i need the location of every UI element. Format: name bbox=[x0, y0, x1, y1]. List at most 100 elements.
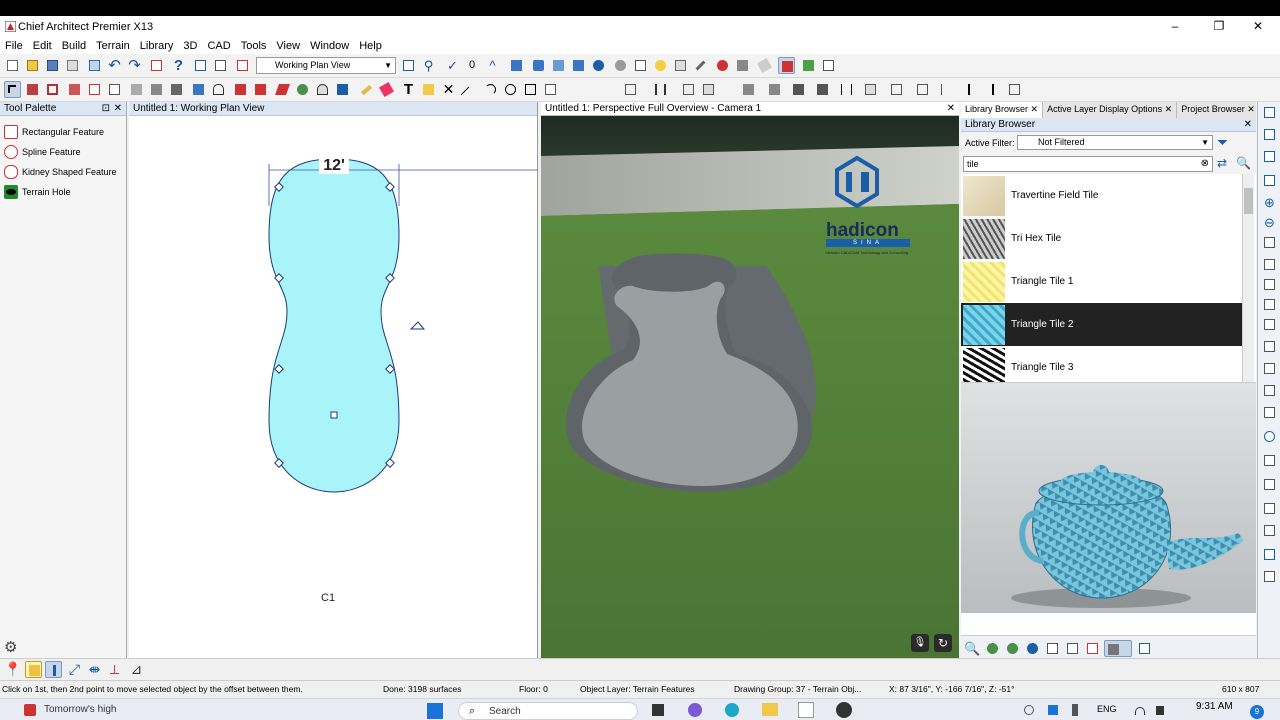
check-icon[interactable]: ✓ bbox=[444, 57, 461, 74]
garage-icon[interactable] bbox=[190, 81, 207, 98]
terrain-hole-shape[interactable] bbox=[268, 158, 400, 493]
slope-icon[interactable] bbox=[1261, 522, 1278, 539]
expand-icon[interactable] bbox=[1261, 296, 1278, 313]
hand-icon[interactable] bbox=[1261, 316, 1278, 333]
close-icon[interactable]: ✕ bbox=[114, 102, 122, 116]
list-item[interactable]: Travertine Field Tile bbox=[961, 174, 1242, 217]
stairs-icon[interactable] bbox=[128, 81, 145, 98]
new-plan-icon[interactable] bbox=[4, 57, 21, 74]
library-catalog-icon[interactable] bbox=[1024, 640, 1041, 657]
library-view-dropdown[interactable] bbox=[1104, 640, 1132, 657]
view-select[interactable]: Working Plan View ▼ bbox=[256, 57, 396, 74]
palette-item-spline-feature[interactable]: Spline Feature bbox=[0, 142, 126, 162]
wrench-icon[interactable]: ⚲ bbox=[420, 57, 437, 74]
gallery-icon[interactable] bbox=[570, 57, 587, 74]
list-item[interactable]: Triangle Tile 3 bbox=[961, 346, 1242, 382]
wall-icon[interactable] bbox=[24, 81, 41, 98]
scrollbar-thumb[interactable] bbox=[1244, 188, 1253, 214]
dimension-icon[interactable] bbox=[358, 81, 375, 98]
perspective-canvas[interactable] bbox=[541, 116, 959, 658]
close-button[interactable]: ✕ bbox=[1238, 16, 1278, 37]
tray-microphone-icon[interactable] bbox=[1072, 704, 1078, 716]
menu-edit[interactable]: Edit bbox=[28, 40, 57, 52]
point-icon[interactable] bbox=[960, 81, 977, 98]
open-object-icon[interactable] bbox=[25, 661, 42, 678]
home-icon[interactable] bbox=[508, 57, 525, 74]
checkbox-icon[interactable] bbox=[400, 57, 417, 74]
reflect-icon[interactable]: ⟂ bbox=[106, 661, 123, 678]
search-icon[interactable]: 🔍 bbox=[1236, 156, 1252, 172]
list-scrollbar[interactable] bbox=[1242, 174, 1254, 382]
select-icon[interactable] bbox=[622, 81, 639, 98]
chevron-up-icon[interactable]: ^ bbox=[484, 57, 501, 74]
cabinet-icon[interactable] bbox=[66, 81, 83, 98]
hatch-icon[interactable] bbox=[888, 81, 905, 98]
menu-3d[interactable]: 3D bbox=[178, 40, 202, 52]
app-icon-chief[interactable] bbox=[798, 702, 814, 718]
tab-project-browser[interactable]: Project Browser ✕ bbox=[1177, 102, 1260, 118]
pan-icon[interactable] bbox=[1261, 234, 1278, 251]
help-icon[interactable]: ? bbox=[170, 57, 187, 74]
fill-window-icon[interactable] bbox=[1261, 172, 1278, 189]
select-objects-icon[interactable] bbox=[4, 81, 21, 98]
layer-icon[interactable] bbox=[542, 81, 559, 98]
palette-item-rectangular-feature[interactable]: Rectangular Feature bbox=[0, 122, 126, 142]
menu-library[interactable]: Library bbox=[135, 40, 179, 52]
plan-canvas[interactable] bbox=[129, 116, 538, 658]
pad-icon[interactable] bbox=[838, 81, 855, 98]
line-icon[interactable] bbox=[460, 81, 477, 103]
fit-height-icon[interactable] bbox=[1261, 276, 1278, 293]
search-options-icon[interactable]: ⇄ bbox=[1217, 156, 1233, 172]
menu-build[interactable]: Build bbox=[57, 40, 91, 52]
box-3d-icon[interactable] bbox=[334, 81, 351, 98]
transform-icon[interactable]: ⊿ bbox=[128, 661, 145, 678]
trace-icon[interactable] bbox=[1261, 404, 1278, 421]
undo-icon[interactable]: ↶ bbox=[106, 57, 123, 74]
house-outline-icon[interactable] bbox=[632, 57, 649, 74]
pin-icon[interactable] bbox=[984, 81, 1001, 98]
menu-tools[interactable]: Tools bbox=[236, 40, 272, 52]
edit-icon[interactable] bbox=[192, 57, 209, 74]
contour-icon[interactable] bbox=[1261, 476, 1278, 493]
tray-language[interactable]: ENG bbox=[1097, 704, 1117, 714]
elevation-icon[interactable] bbox=[1261, 500, 1278, 517]
arch-icon[interactable] bbox=[210, 81, 227, 98]
grid-display-icon[interactable] bbox=[1261, 568, 1278, 585]
material-painter-icon[interactable] bbox=[714, 57, 731, 74]
fit-width-icon[interactable] bbox=[1261, 256, 1278, 273]
library-list-icon[interactable] bbox=[1044, 640, 1061, 657]
weather-text[interactable]: Tomorrow's high bbox=[44, 704, 117, 715]
zoom-out-icon[interactable]: ⊖ bbox=[1261, 214, 1278, 231]
door-icon[interactable] bbox=[86, 81, 103, 98]
eyedropper-icon[interactable] bbox=[692, 57, 709, 74]
layout-icon[interactable] bbox=[212, 57, 229, 74]
camera-label[interactable]: C1 bbox=[321, 592, 335, 604]
extend-icon[interactable] bbox=[1006, 81, 1023, 98]
close-icon[interactable]: ✕ bbox=[947, 102, 955, 116]
list-item-selected[interactable]: Triangle Tile 2 bbox=[961, 303, 1242, 346]
gear-icon[interactable]: ⚙ bbox=[4, 638, 17, 656]
palette-item-kidney-feature[interactable]: Kidney Shaped Feature bbox=[0, 162, 126, 182]
floor-icon[interactable] bbox=[148, 81, 165, 98]
close-icon[interactable]: ✕ bbox=[1244, 118, 1252, 132]
object-icon[interactable] bbox=[740, 81, 757, 98]
layer-set-icon[interactable] bbox=[1261, 338, 1278, 355]
walls-display-icon[interactable] bbox=[1261, 360, 1278, 377]
camera-icon[interactable] bbox=[530, 57, 547, 74]
library-search-icon[interactable]: 🔍 bbox=[964, 640, 981, 657]
app-icon-explorer[interactable] bbox=[762, 703, 778, 716]
magnify-icon[interactable] bbox=[1261, 428, 1278, 445]
menu-file[interactable]: File bbox=[0, 40, 28, 52]
minimize-button[interactable]: – bbox=[1155, 16, 1195, 37]
align-icon[interactable] bbox=[652, 81, 669, 98]
app-icon-teams[interactable] bbox=[688, 703, 702, 717]
sun-icon[interactable] bbox=[672, 57, 689, 74]
microphone-icon[interactable]: 🎙 bbox=[911, 634, 929, 652]
task-view-icon[interactable] bbox=[652, 704, 664, 716]
split-icon[interactable] bbox=[914, 81, 931, 98]
circle-icon[interactable] bbox=[502, 81, 519, 98]
move-icon[interactable] bbox=[45, 661, 62, 678]
adjust-material-icon[interactable] bbox=[734, 57, 751, 74]
library-details-icon[interactable] bbox=[1064, 640, 1081, 657]
window-icon[interactable] bbox=[820, 57, 837, 74]
